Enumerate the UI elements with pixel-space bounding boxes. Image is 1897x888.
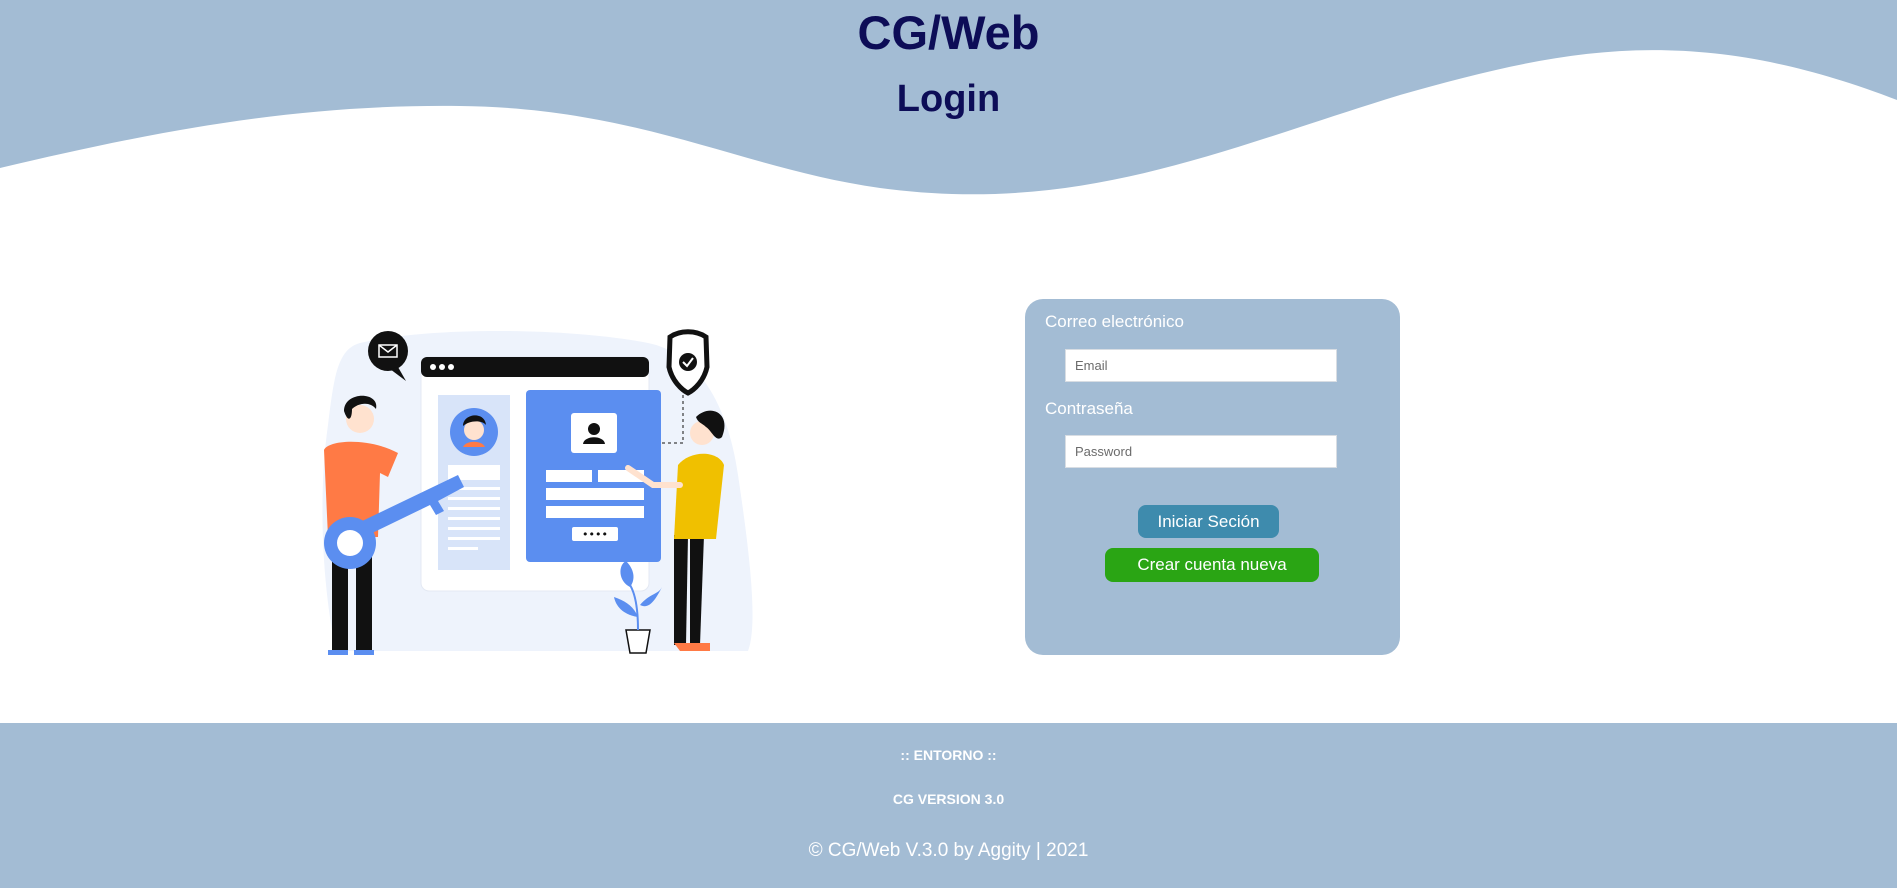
page-title: Login	[896, 78, 1001, 120]
password-field[interactable]	[1065, 435, 1337, 468]
app-title: CG/Web	[857, 6, 1040, 59]
login-illustration: ••••	[322, 329, 753, 655]
shield-check-icon	[666, 329, 710, 396]
email-field[interactable]	[1065, 349, 1337, 382]
browser-titlebar	[421, 357, 649, 377]
footer-copyright: © CG/Web V.3.0 by Aggity | 2021	[808, 840, 1089, 861]
login-card: Correo electrónico Contraseña Iniciar Se…	[1025, 299, 1400, 655]
password-dots: ••••	[582, 528, 608, 541]
password-label: Contraseña	[1045, 399, 1133, 418]
login-button[interactable]: Iniciar Seción	[1138, 505, 1279, 538]
footer-version: CG VERSION 3.0	[892, 791, 1005, 807]
create-account-button[interactable]: Crear cuenta nueva	[1105, 548, 1319, 582]
footer-environment: :: ENTORNO ::	[900, 747, 997, 763]
email-label: Correo electrónico	[1045, 312, 1184, 331]
footer: :: ENTORNO :: CG VERSION 3.0 © CG/Web V.…	[0, 723, 1897, 888]
